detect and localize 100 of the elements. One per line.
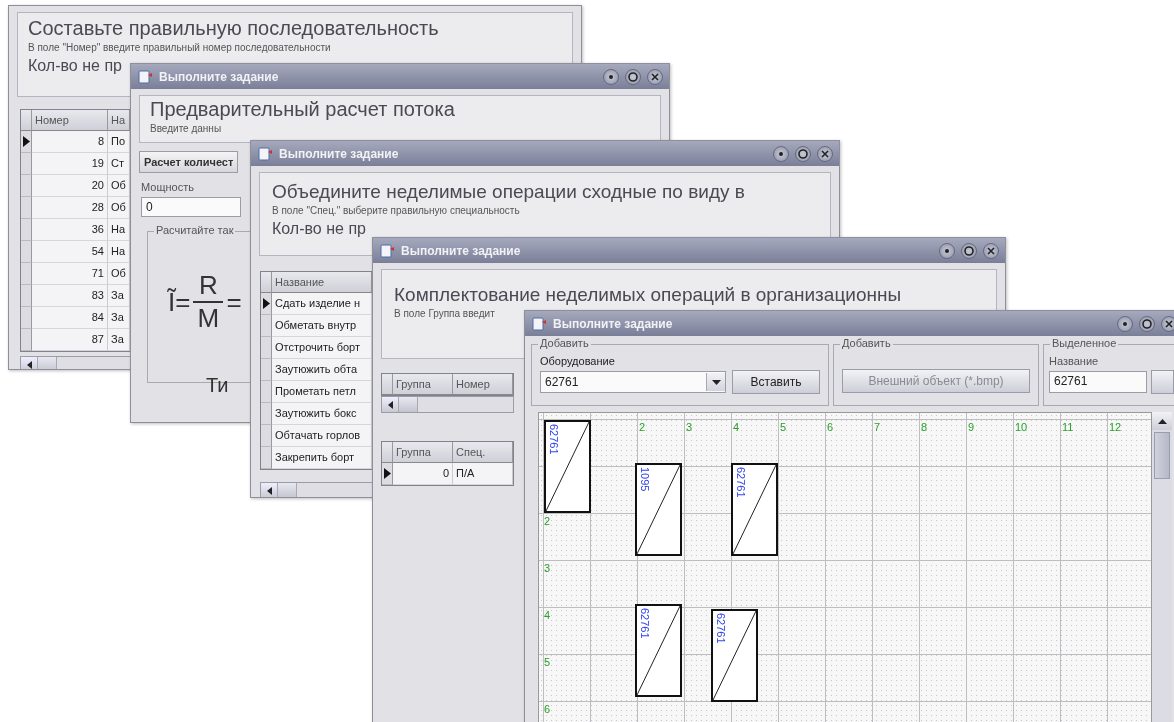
column-header[interactable]: Группа — [393, 442, 453, 463]
row-pointer-icon — [383, 468, 391, 479]
table-cell: 36 — [32, 219, 108, 241]
column-number: 5 — [780, 422, 787, 433]
column-number: 7 — [874, 422, 881, 433]
close-icon — [1165, 319, 1173, 328]
node-label: 62761 — [639, 608, 651, 639]
name-label: Название — [1049, 355, 1100, 367]
column-number: 4 — [733, 422, 740, 433]
table-cell: 19 — [32, 153, 108, 175]
row-indicator[interactable] — [382, 463, 393, 485]
column-number: 12 — [1109, 422, 1122, 433]
column-number: 6 — [827, 422, 834, 433]
task-hint: В поле "Номер" введите правильный номер последовательности — [28, 42, 332, 53]
maximize-button[interactable] — [625, 68, 641, 85]
layout-canvas[interactable]: 2 3 4 5 6 7 8 9 10 11 12 2 3 4 5 6 62761 1095 62761 62761 62761 — [538, 412, 1151, 722]
header-corner — [382, 442, 393, 463]
up-arrow-icon — [1157, 418, 1167, 424]
node-label: 62761 — [735, 467, 747, 498]
row-number: 3 — [544, 563, 551, 574]
node-label: 1095 — [639, 467, 651, 492]
equipment-node[interactable]: 1095 — [635, 463, 682, 556]
scroll-thumb[interactable] — [278, 483, 297, 497]
close-button[interactable] — [647, 68, 663, 85]
equipment-node[interactable]: 62761 — [731, 463, 778, 556]
close-button[interactable] — [817, 145, 833, 162]
column-header[interactable]: На — [108, 110, 130, 131]
column-header[interactable]: Номер — [32, 110, 108, 131]
task-heading: Предварительный расчет потока — [150, 98, 456, 121]
column-header[interactable]: Название — [272, 272, 372, 293]
minimize-button[interactable] — [1117, 315, 1133, 332]
equipment-node[interactable]: 62761 — [635, 604, 682, 697]
close-icon — [651, 72, 659, 81]
maximize-button[interactable] — [795, 145, 811, 162]
circle-icon — [964, 245, 974, 256]
circle-icon — [1142, 318, 1152, 329]
app-icon — [379, 242, 395, 259]
minimize-button[interactable] — [773, 145, 789, 162]
column-number: 11 — [1062, 422, 1074, 433]
maximize-button[interactable] — [961, 242, 977, 259]
table-cell: 20 — [32, 175, 108, 197]
minimize-button[interactable] — [939, 242, 955, 259]
power-field[interactable]: 0 — [141, 197, 241, 217]
equipment-dropdown[interactable]: 62761 — [540, 371, 726, 393]
table-cell: 84 — [32, 307, 108, 329]
table-cell: 0 — [393, 463, 453, 485]
window-title: Выполните задание — [401, 243, 522, 258]
equipment-node[interactable]: 62761 — [711, 609, 758, 702]
column-header[interactable]: Группа — [393, 374, 453, 395]
minimize-button[interactable] — [603, 68, 619, 85]
column-header[interactable]: Спец. — [453, 442, 513, 463]
row-pointer-icon — [262, 298, 270, 309]
column-number: 9 — [968, 422, 975, 433]
table-cell: 8 — [32, 131, 108, 153]
column-number: 10 — [1015, 422, 1028, 433]
row-indicator[interactable] — [261, 293, 272, 315]
row-number: 6 — [544, 704, 551, 715]
dot-icon — [609, 74, 613, 79]
row-number: 4 — [544, 610, 551, 621]
app-icon — [257, 145, 273, 162]
row-indicator[interactable] — [21, 131, 32, 153]
insert-button[interactable]: Вставить — [732, 370, 820, 394]
task-heading: Составьте правильную последовательность — [28, 17, 440, 40]
close-icon — [821, 149, 829, 158]
close-icon — [987, 246, 995, 255]
formula-symbol: = — [226, 286, 242, 318]
table-cell: 83 — [32, 285, 108, 307]
header-corner — [261, 272, 272, 293]
scroll-thumb[interactable] — [38, 357, 57, 369]
dot-icon — [945, 248, 949, 253]
fraction: R M — [193, 270, 224, 334]
circle-icon — [798, 148, 808, 159]
column-header[interactable]: Номер — [453, 374, 513, 395]
close-button[interactable] — [1161, 315, 1174, 332]
side-button[interactable] — [1151, 370, 1174, 394]
dot-icon — [1123, 321, 1127, 326]
maximize-button[interactable] — [1139, 315, 1155, 332]
group-legend: Расчитайте так — [154, 224, 236, 236]
column-number: 2 — [639, 422, 646, 433]
name-field[interactable]: 62761 — [1049, 371, 1148, 393]
equipment-node[interactable]: 62761 — [544, 420, 591, 513]
row-number: 5 — [544, 657, 551, 668]
close-button[interactable] — [983, 242, 999, 259]
scroll-thumb[interactable] — [399, 397, 418, 412]
window-title: Выполните задание — [553, 316, 674, 331]
table-cell: П/А — [453, 463, 513, 485]
horizontal-scrollbar[interactable] — [381, 396, 514, 413]
app-icon — [137, 68, 153, 85]
formula-symbol: Ĩ= — [168, 286, 191, 318]
scroll-thumb[interactable] — [1154, 432, 1170, 479]
horizontal-scrollbar[interactable] — [20, 356, 131, 369]
vertical-scrollbar[interactable] — [1151, 412, 1172, 722]
horizontal-scrollbar[interactable] — [260, 482, 373, 497]
task-hint: Введите данны — [150, 123, 223, 134]
formula-term: Ти — [206, 374, 229, 397]
task-heading: Комплектование неделимых операций в организационны — [394, 284, 903, 306]
header-corner — [382, 374, 393, 395]
calculation-tab[interactable]: Расчет количест — [139, 151, 239, 173]
equipment-label: Оборудование — [540, 355, 616, 367]
node-label: 62761 — [715, 613, 727, 644]
